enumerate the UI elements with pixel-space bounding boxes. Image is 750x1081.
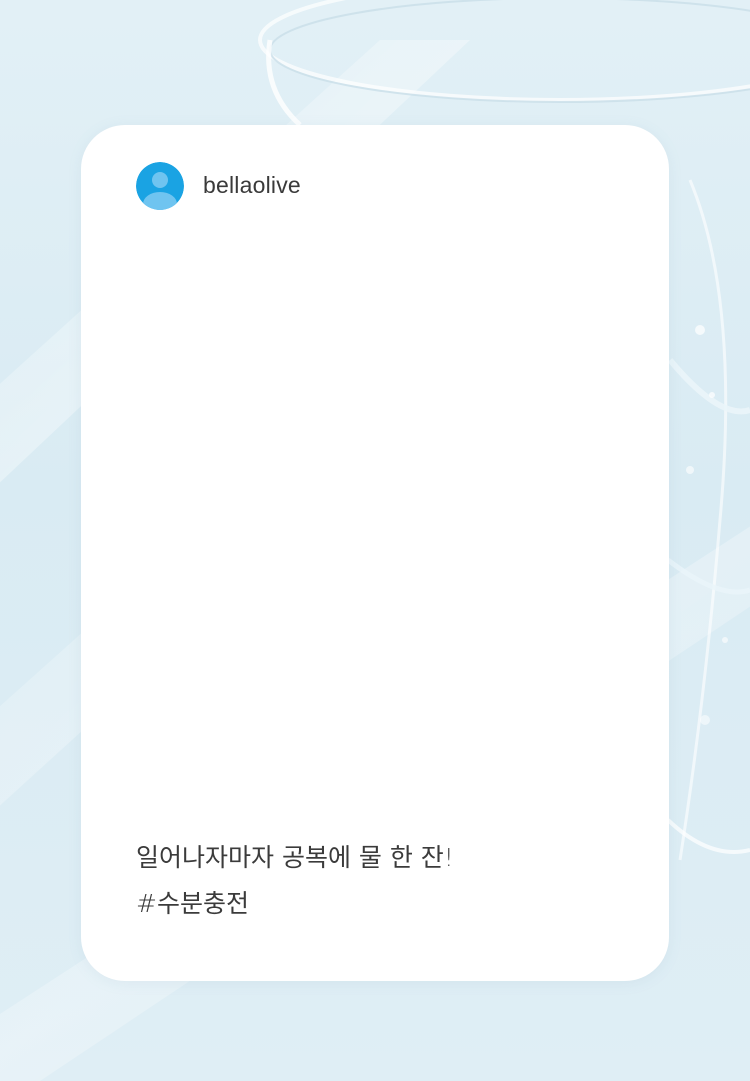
post-card: bellaolive 일어나자마자 공복에 물 한 잔! #수분충전	[81, 125, 669, 981]
avatar[interactable]	[136, 162, 184, 210]
default-user-icon	[136, 162, 184, 210]
caption-text: 일어나자마자 공복에 물 한 잔!	[136, 843, 454, 872]
username[interactable]: bellaolive	[203, 170, 301, 200]
caption-hashtag[interactable]: #수분충전	[136, 881, 606, 927]
post-caption: 일어나자마자 공복에 물 한 잔! #수분충전	[136, 835, 606, 927]
